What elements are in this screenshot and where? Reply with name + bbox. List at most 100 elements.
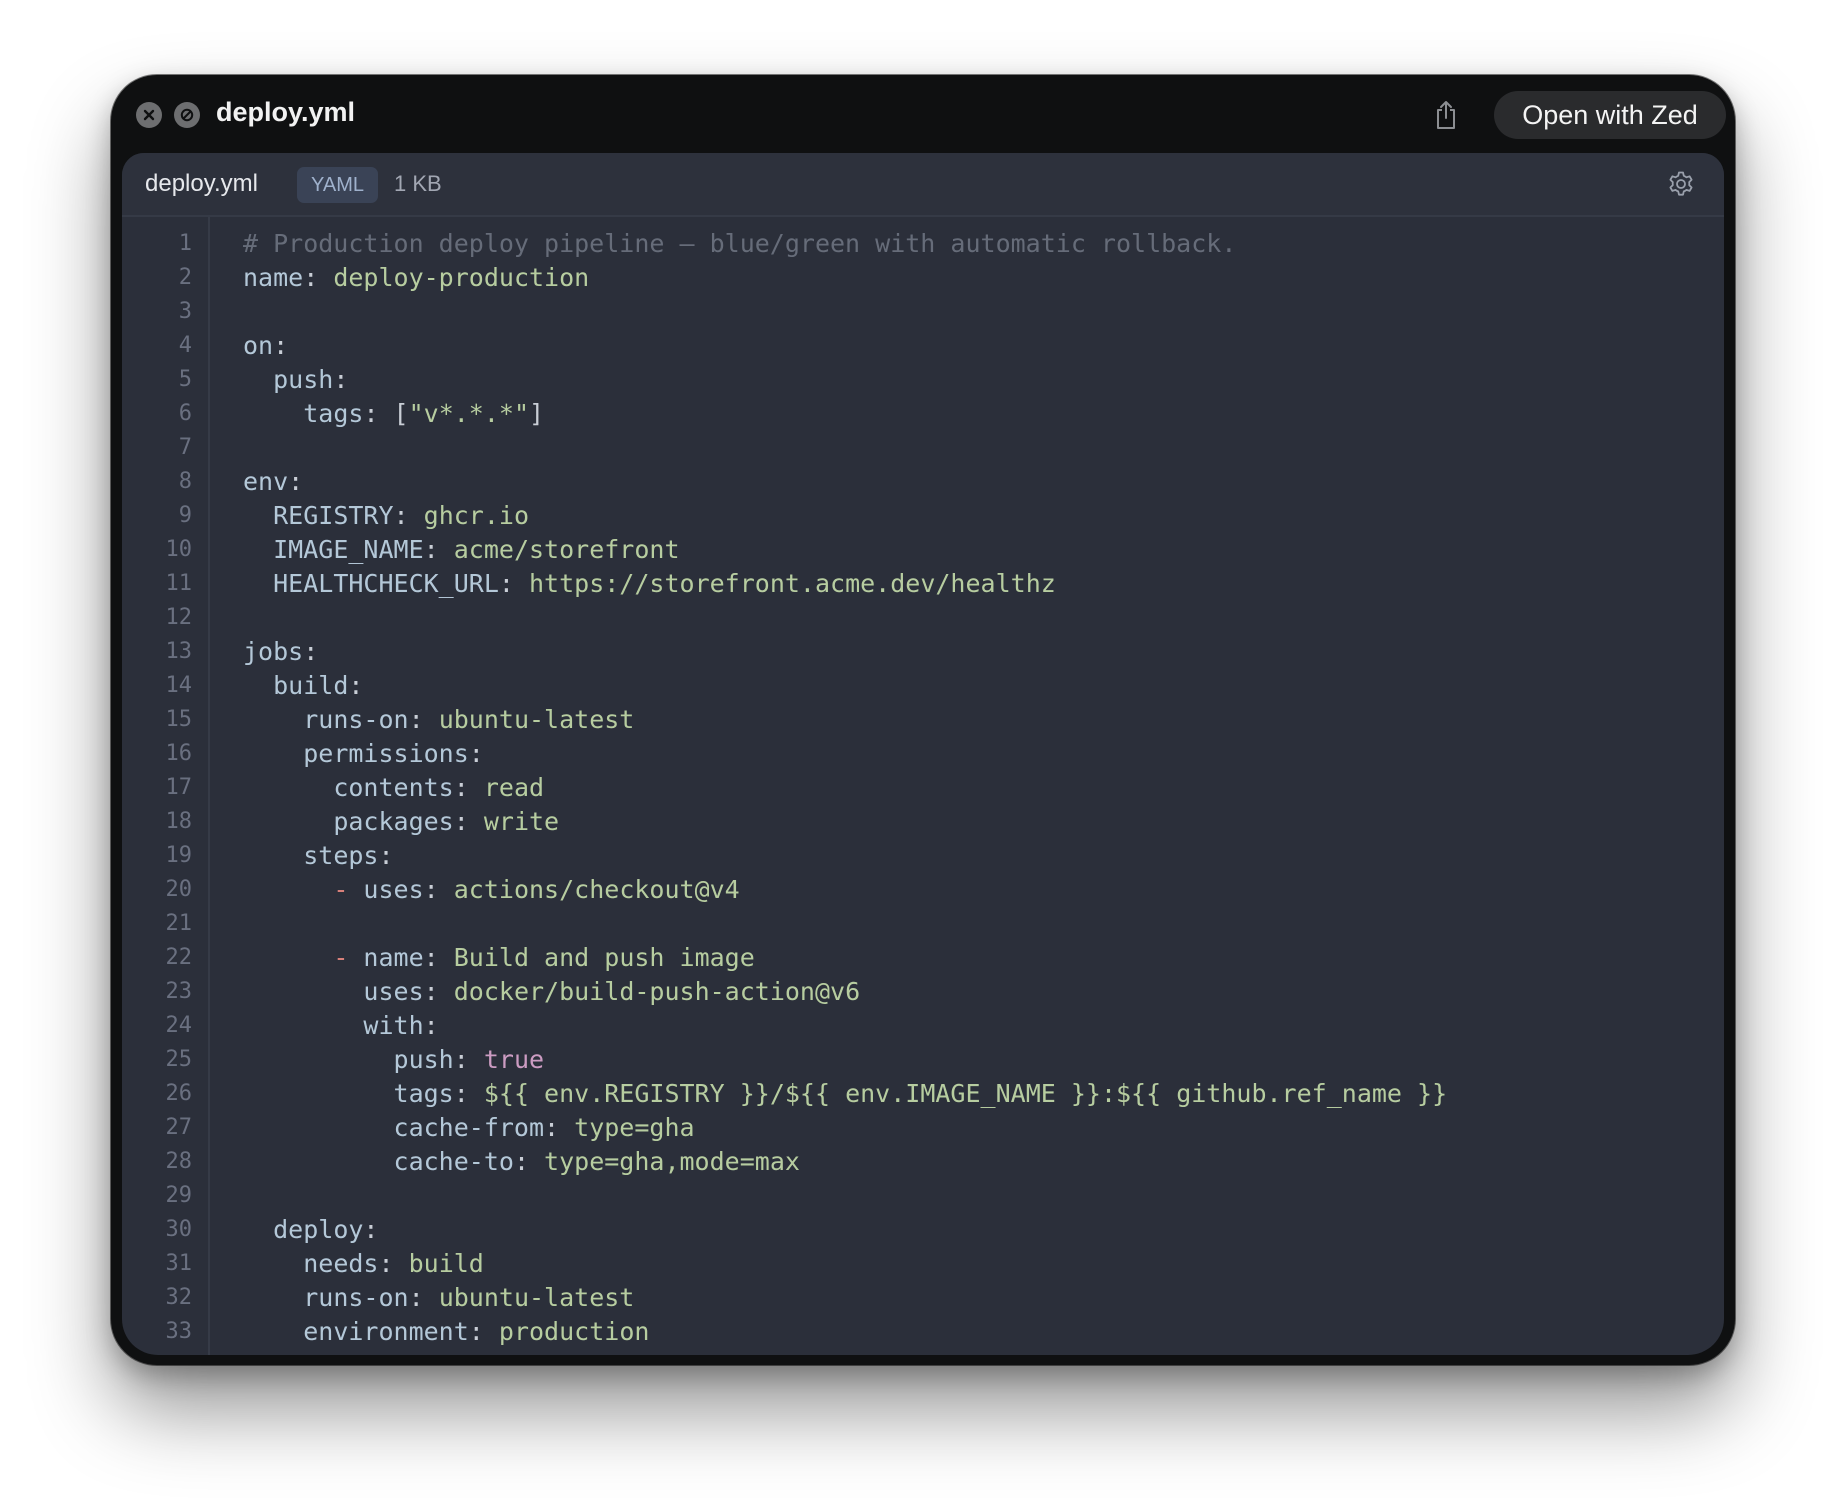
code-line: 13 jobs: [122,635,1724,669]
line-content: name: deploy-production [243,261,589,295]
code-token-punct: : [423,943,454,972]
line-content: REGISTRY: ghcr.io [243,499,529,533]
code-view[interactable]: 1 # Production deploy pipeline — blue/gre… [122,217,1724,1355]
code-token-key: HEALTHCHECK_URL [273,569,499,598]
line-number: 20 [165,877,193,902]
code-line: 14 build: [122,669,1724,703]
code-token-str: write [483,807,560,836]
code-token-key: push [393,1045,454,1074]
code-line: 11 HEALTHCHECK_URL: https://storefront.a… [122,567,1724,601]
code-line: 18 packages: write [122,805,1724,839]
line-content: push: [243,363,348,397]
code-line: 2 name: deploy-production [122,261,1724,295]
line-number: 8 [178,469,192,494]
code-token-punct: ] [529,399,545,428]
code-line: 3 [122,295,1724,329]
line-content: # Production deploy pipeline — blue/gree… [243,227,1236,261]
line-number: 29 [165,1183,193,1208]
code-token-str: deploy-production [333,263,590,292]
line-content: uses: docker/build-push-action@v6 [243,975,860,1009]
file-size: 1 KB [394,171,442,196]
line-number: 25 [165,1047,193,1072]
code-line: 30 deploy: [122,1213,1724,1247]
gear-icon[interactable] [1664,167,1698,201]
line-number: 19 [165,843,193,868]
code-line: 22 - name: Build and push image [122,941,1724,975]
line-number: 33 [165,1319,193,1344]
code-line: 32 runs-on: ubuntu-latest [122,1281,1724,1315]
line-number: 16 [165,741,193,766]
line-number: 1 [178,231,192,256]
code-token-key: steps [303,841,379,870]
code-token-str: "v*.*.*" [408,399,530,428]
code-line: 24 with: [122,1009,1724,1043]
code-token-punct: : [348,671,364,700]
quick-look-window: deploy.yml Open with Zed deploy.yml YAML… [111,75,1735,1365]
line-content: build: [243,669,363,703]
line-number: 30 [165,1217,193,1242]
code-token-punct: : [468,1317,499,1346]
line-content: contents: read [243,771,544,805]
code-token-punct: : [288,467,304,496]
line-number: 13 [165,639,193,664]
line-content: cache-to: type=gha,mode=max [243,1145,800,1179]
line-number: 7 [178,435,192,460]
line-number: 24 [165,1013,193,1038]
close-icon[interactable] [136,102,162,128]
code-token-str: read [483,773,545,802]
line-content: jobs: [243,635,318,669]
file-name: deploy.yml [145,170,258,197]
line-number: 21 [165,911,193,936]
line-number: 11 [165,571,193,596]
open-with-zed-button[interactable]: Open with Zed [1494,91,1726,139]
no-entry-icon[interactable] [174,102,200,128]
code-token-punct: : [453,773,484,802]
line-number: 10 [165,537,193,562]
code-line: 29 [122,1179,1724,1213]
code-token-str: ${{ env.REGISTRY }}/${{ env.IMAGE_NAME }… [483,1079,1448,1108]
line-number: 26 [165,1081,193,1106]
code-token-punct: : [468,739,484,768]
code-token-punct: : [423,1011,439,1040]
code-token-str: ubuntu-latest [438,1283,635,1312]
code-token-punct: : [378,841,394,870]
code-token-str: docker/build-push-action@v6 [453,977,861,1006]
code-token-key: cache-to [393,1147,514,1176]
line-content: environment: production [243,1315,649,1349]
code-token-bool: true [483,1045,545,1074]
code-token-key: needs [303,1249,379,1278]
code-token-key: IMAGE_NAME [273,535,424,564]
code-line: 8 env: [122,465,1724,499]
code-line: 23 uses: docker/build-push-action@v6 [122,975,1724,1009]
line-number: 22 [165,945,193,970]
code-token-punct: : [333,365,349,394]
code-token-punct: : [363,1215,379,1244]
code-token-key: name [363,943,424,972]
line-content: IMAGE_NAME: acme/storefront [243,533,679,567]
code-token-str: production [498,1317,650,1346]
language-badge: YAML [297,167,378,203]
code-line: 20 - uses: actions/checkout@v4 [122,873,1724,907]
line-number: 3 [178,299,192,324]
code-token-str: build [408,1249,484,1278]
share-icon[interactable] [1429,95,1463,135]
code-line: 15 runs-on: ubuntu-latest [122,703,1724,737]
code-line: 21 [122,907,1724,941]
code-token-key: cache-from [393,1113,545,1142]
code-token-key: on [243,331,274,360]
code-token-punct: : [408,705,439,734]
